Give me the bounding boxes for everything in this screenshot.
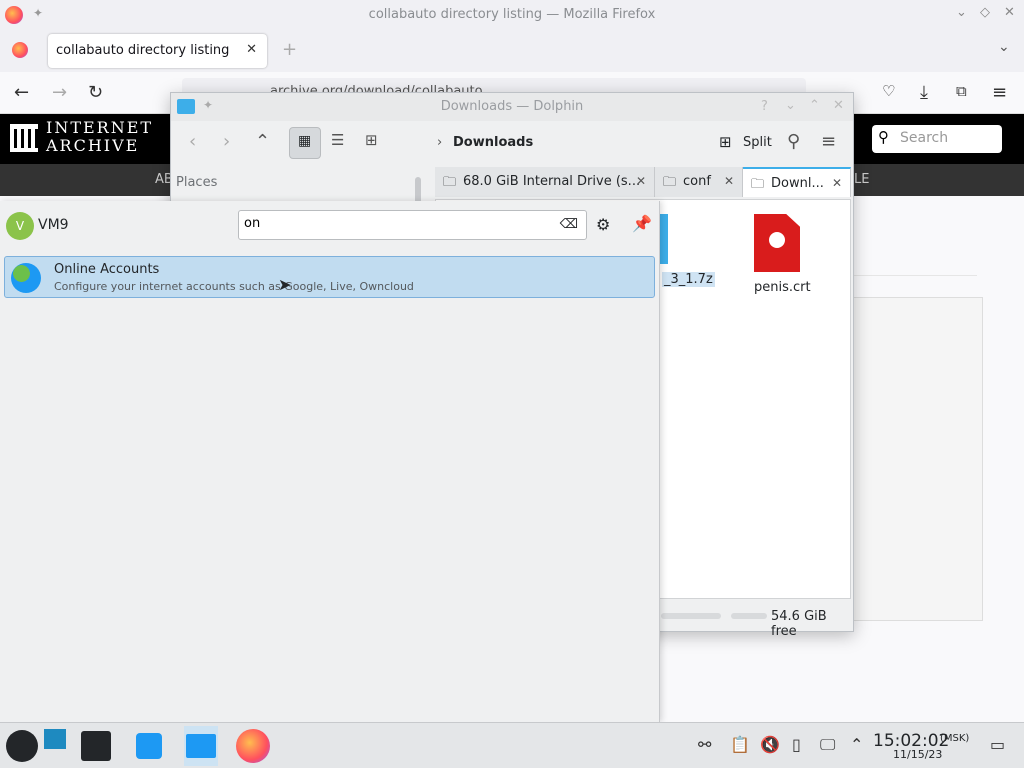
downloads-icon[interactable]: ⤓ bbox=[920, 82, 928, 103]
grid-icon: ▦ bbox=[298, 133, 312, 149]
tab-list-icon[interactable]: ⌄ bbox=[998, 39, 1010, 55]
tab-close-icon[interactable]: ✕ bbox=[246, 42, 257, 57]
certificate-icon[interactable] bbox=[754, 214, 800, 272]
device-icon[interactable]: ▯ bbox=[792, 735, 801, 754]
mouse-cursor-icon: ➤ bbox=[278, 275, 292, 294]
ia-search-input[interactable]: ⚲ Search bbox=[872, 125, 1002, 153]
tab-downloads[interactable]: 🗀 Downl... ✕ bbox=[743, 167, 851, 197]
tab-internal-drive[interactable]: 🗀 68.0 GiB Internal Drive (s... ✕ bbox=[435, 167, 655, 197]
tab-collabauto[interactable]: collabauto directory listing ✕ bbox=[48, 34, 267, 68]
firefox-view-icon[interactable] bbox=[12, 42, 28, 58]
breadcrumb[interactable]: Downloads bbox=[453, 135, 533, 150]
system-settings-icon[interactable] bbox=[81, 731, 111, 761]
list-item[interactable]: Online Accounts Configure your internet … bbox=[4, 256, 655, 298]
certificate-badge-icon bbox=[769, 232, 785, 248]
discover-icon[interactable] bbox=[136, 733, 162, 759]
result-title: Online Accounts bbox=[54, 262, 160, 277]
up-icon[interactable]: ⌃ bbox=[255, 131, 270, 152]
minimize-icon[interactable]: ⌄ bbox=[785, 98, 796, 113]
clock-timezone: (MSK) bbox=[940, 733, 970, 744]
network-icon[interactable]: ⚯ bbox=[698, 735, 711, 754]
icons-view-button[interactable]: ▦ bbox=[289, 127, 321, 159]
forward-icon[interactable]: › bbox=[223, 131, 230, 152]
breadcrumb-chevron-icon: › bbox=[437, 135, 443, 150]
places-label: Places bbox=[176, 175, 218, 190]
firefox-tabbar: collabauto directory listing ✕ + ⌄ bbox=[0, 30, 1024, 72]
divider bbox=[853, 275, 977, 276]
file-name[interactable]: penis.crt bbox=[754, 280, 811, 295]
split-icon: ⊞ bbox=[719, 133, 732, 151]
folder-icon bbox=[186, 734, 216, 758]
tab-label: 68.0 GiB Internal Drive (s... bbox=[463, 174, 641, 189]
search-icon[interactable]: ⚲ bbox=[787, 131, 800, 152]
maximize-icon[interactable]: ◇ bbox=[980, 5, 990, 20]
menu-icon[interactable]: ≡ bbox=[992, 82, 1007, 103]
dolphin-titlebar: ✦ Downloads — Dolphin ? ⌄ ⌃ ✕ bbox=[171, 93, 853, 121]
tab-title: collabauto directory listing bbox=[56, 43, 230, 58]
tab-close-icon[interactable]: ✕ bbox=[636, 174, 646, 188]
pager-icon[interactable] bbox=[44, 729, 66, 749]
folder-icon: 🗀 bbox=[751, 177, 765, 192]
folder-icon: 🗀 bbox=[443, 175, 457, 190]
clear-icon[interactable]: ⌫ bbox=[560, 217, 578, 232]
free-space-bar bbox=[731, 613, 767, 619]
tab-label: Downl... bbox=[771, 176, 824, 191]
username: VM9 bbox=[38, 217, 69, 233]
reload-icon[interactable]: ↻ bbox=[88, 82, 103, 103]
search-placeholder: Search bbox=[900, 130, 949, 146]
pin-icon[interactable]: 📌 bbox=[632, 214, 652, 233]
clipboard-icon[interactable]: 📋 bbox=[730, 735, 750, 754]
close-icon[interactable]: ✕ bbox=[1004, 5, 1015, 20]
tab-conf[interactable]: 🗀 conf ✕ bbox=[655, 167, 743, 197]
details-view-icon[interactable]: ⊞ bbox=[365, 131, 378, 149]
tab-close-icon[interactable]: ✕ bbox=[832, 176, 842, 190]
window-title: collabauto directory listing — Mozilla F… bbox=[368, 7, 656, 22]
dolphin-window-title: Downloads — Dolphin bbox=[440, 99, 584, 114]
search-input[interactable]: ⌫ bbox=[238, 210, 587, 240]
new-tab-icon[interactable]: + bbox=[282, 39, 297, 60]
ia-content-panel bbox=[853, 297, 983, 621]
search-field[interactable] bbox=[244, 216, 544, 231]
application-launcher-icon[interactable] bbox=[6, 730, 38, 762]
clock-date: 11/15/23 bbox=[893, 748, 943, 761]
split-button[interactable]: Split bbox=[743, 135, 772, 150]
tab-label: conf bbox=[683, 174, 711, 189]
globe-icon bbox=[11, 263, 41, 293]
file-name[interactable]: _3_1.7z bbox=[662, 272, 715, 287]
folder-icon: 🗀 bbox=[663, 175, 677, 190]
firefox-titlebar: ✦ collabauto directory listing — Mozilla… bbox=[0, 0, 1024, 30]
show-desktop-icon[interactable]: ▭ bbox=[990, 735, 1005, 754]
ia-nav-right[interactable]: LE bbox=[854, 172, 869, 187]
tab-close-icon[interactable]: ✕ bbox=[724, 174, 734, 188]
dolphin-task-icon[interactable] bbox=[184, 726, 218, 766]
ia-logo-icon[interactable] bbox=[10, 124, 38, 152]
pocket-icon[interactable]: ♡ bbox=[882, 82, 895, 100]
ia-logo-line2: ARCHIVE bbox=[46, 136, 140, 155]
minimize-icon[interactable]: ⌄ bbox=[956, 5, 967, 20]
close-icon[interactable]: ✕ bbox=[833, 98, 844, 113]
avatar[interactable]: V bbox=[6, 212, 34, 240]
result-description: Configure your internet accounts such as… bbox=[54, 280, 414, 293]
free-space-label: 54.6 GiB free bbox=[771, 609, 827, 639]
help-icon[interactable]: ? bbox=[761, 99, 768, 114]
back-icon[interactable]: ← bbox=[14, 82, 29, 103]
ia-logo-line1: INTERNET bbox=[46, 118, 154, 137]
back-icon[interactable]: ‹ bbox=[189, 131, 196, 152]
zoom-slider[interactable] bbox=[661, 613, 721, 619]
dolphin-toolbar: ‹ › ⌃ ▦ ☰ ⊞ › Downloads ⊞ Split ⚲ ≡ bbox=[171, 121, 853, 167]
maximize-icon[interactable]: ⌃ bbox=[809, 98, 820, 113]
ia-logo-text[interactable]: INTERNET ARCHIVE bbox=[46, 119, 153, 155]
taskbar: ⚯ 📋 🔇 ▯ 🖵 ⌃ 15:02:02 (MSK) 11/15/23 ▭ bbox=[0, 722, 1024, 768]
configure-icon[interactable]: ⚙ bbox=[596, 215, 610, 234]
firefox-task-icon[interactable] bbox=[236, 729, 270, 763]
volume-muted-icon[interactable]: 🔇 bbox=[760, 735, 780, 754]
compact-view-icon[interactable]: ☰ bbox=[331, 131, 344, 149]
display-icon[interactable]: 🖵 bbox=[820, 735, 835, 755]
app-launcher: V VM9 ⌫ ⚙ 📌 Online Accounts Configure yo… bbox=[0, 201, 660, 722]
forward-icon[interactable]: → bbox=[52, 82, 67, 103]
extensions-icon[interactable]: ⧉ bbox=[956, 82, 967, 100]
search-icon: ⚲ bbox=[878, 128, 889, 146]
chevron-up-icon[interactable]: ⌃ bbox=[850, 735, 863, 754]
hamburger-menu-icon[interactable]: ≡ bbox=[821, 131, 836, 152]
